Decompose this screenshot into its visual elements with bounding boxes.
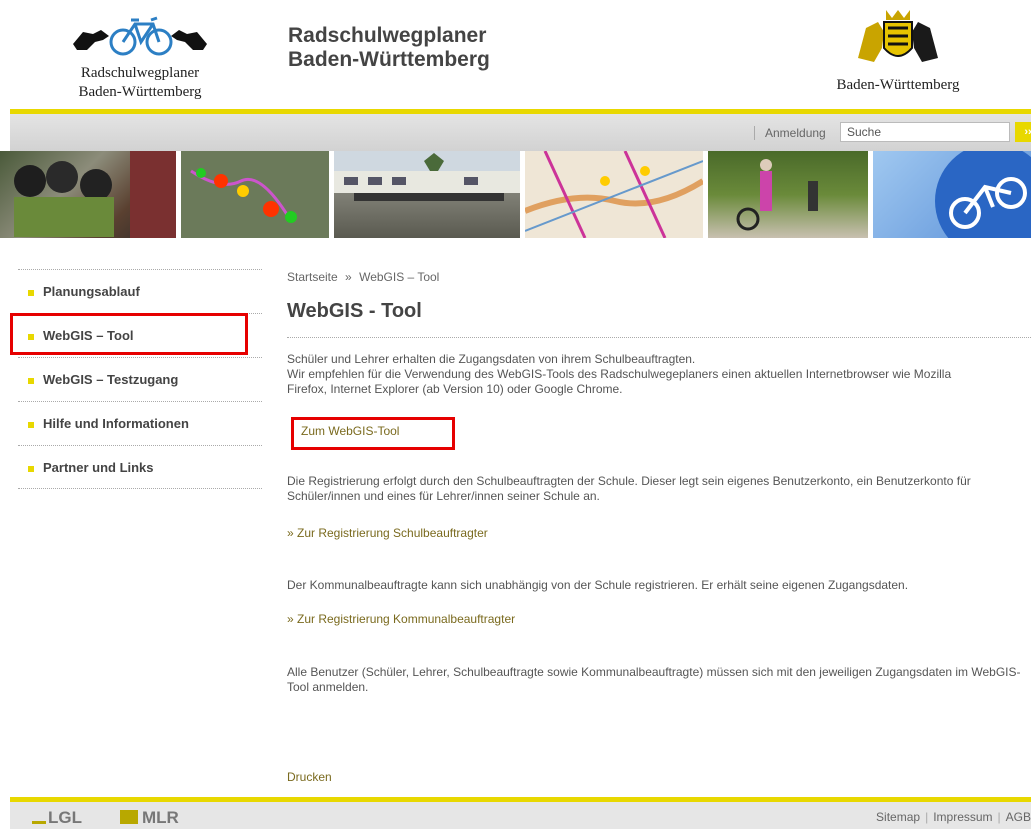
sidebar-item-label: Hilfe und Informationen — [43, 416, 189, 431]
highlight-box-sidebar-webgis — [10, 313, 248, 355]
sidebar-item-planungsablauf[interactable]: Planungsablauf — [18, 269, 262, 313]
sidebar-item-partner[interactable]: Partner und Links — [18, 445, 262, 489]
lgl-bars-icon — [32, 809, 46, 824]
bullet-icon — [28, 290, 34, 296]
bullet-icon — [28, 378, 34, 384]
breadcrumb-current: WebGIS – Tool — [359, 270, 440, 284]
photo-route-map — [525, 151, 703, 238]
all-users-text: Alle Benutzer (Schüler, Lehrer, Schulbea… — [287, 665, 1021, 694]
site-header: Radschulwegplaner Baden-Württemberg Rads… — [0, 0, 1031, 108]
photo-students-helmets — [0, 151, 176, 238]
mlr-logo[interactable]: MLR — [120, 808, 179, 828]
footer-separator: | — [997, 810, 1001, 824]
search-input[interactable] — [840, 122, 1010, 142]
heading-divider — [287, 337, 1031, 338]
photo-bike-lane-sign — [873, 151, 1031, 238]
registration-text: Die Registrierung erfolgt durch den Schu… — [287, 474, 971, 503]
school-registration-link[interactable]: » Zur Registrierung Schulbeauftragter — [287, 526, 488, 540]
site-footer: LGL MLR Sitemap | Impressum | AGB — [10, 802, 1031, 829]
site-title-line1: Radschulwegplaner — [288, 24, 487, 47]
communal-registration-link[interactable]: » Zur Registrierung Kommunalbeauftragter — [287, 612, 515, 626]
sidebar-nav: Planungsablauf WebGIS – Tool WebGIS – Te… — [18, 269, 262, 489]
highlight-box-tool-link — [291, 417, 455, 450]
bullet-icon — [28, 466, 34, 472]
radschulwegplaner-logo[interactable]: Radschulwegplaner Baden-Württemberg — [55, 10, 225, 100]
breadcrumb-separator: » — [345, 270, 352, 284]
sidebar-item-hilfe[interactable]: Hilfe und Informationen — [18, 401, 262, 445]
site-title: Radschulwegplaner Baden-Württemberg — [288, 24, 490, 72]
breadcrumb: Startseite » WebGIS – Tool — [287, 270, 439, 284]
print-link[interactable]: Drucken — [287, 770, 332, 784]
sitemap-link[interactable]: Sitemap — [876, 810, 920, 824]
intro-text: Schüler und Lehrer erhalten die Zugangsd… — [287, 352, 1031, 397]
photo-school-building — [334, 151, 520, 238]
bicycle-lions-logo-icon — [73, 16, 207, 56]
search-submit-button[interactable]: ›› — [1015, 122, 1031, 142]
footer-separator: | — [925, 810, 929, 824]
sidebar-item-label: Partner und Links — [43, 460, 154, 475]
mlr-coat-of-arms-icon — [120, 810, 138, 824]
intro-line-3: Firefox, Internet Explorer (ab Version 1… — [287, 382, 623, 396]
sidebar-item-label: Planungsablauf — [43, 284, 140, 299]
photo-cyclists — [708, 151, 868, 238]
logo-left-line1: Radschulwegplaner — [80, 65, 200, 81]
intro-line-1: Schüler und Lehrer erhalten die Zugangsd… — [287, 352, 696, 366]
bw-coat-of-arms-logo[interactable]: Baden-Württemberg — [818, 8, 978, 98]
footer-links: Sitemap | Impressum | AGB — [876, 810, 1031, 824]
mlr-logo-text: MLR — [142, 808, 179, 827]
sidebar-item-label: WebGIS – Testzugang — [43, 372, 179, 387]
page-title: WebGIS - Tool — [287, 300, 422, 322]
coat-of-arms-icon — [858, 10, 938, 62]
logo-left-line2: Baden-Württemberg — [78, 84, 202, 100]
photo-banner — [0, 151, 1031, 238]
login-link[interactable]: Anmeldung — [754, 126, 826, 140]
photo-heatmap — [181, 151, 329, 238]
communal-text: Der Kommunalbeauftragte kann sich unabhä… — [287, 578, 909, 592]
sidebar-item-webgis-testzugang[interactable]: WebGIS – Testzugang — [18, 357, 262, 401]
intro-line-2: Wir empfehlen für die Verwendung des Web… — [287, 367, 952, 381]
impressum-link[interactable]: Impressum — [933, 810, 992, 824]
agb-link[interactable]: AGB — [1006, 810, 1031, 824]
lgl-logo-text: LGL — [48, 808, 82, 827]
breadcrumb-home-link[interactable]: Startseite — [287, 270, 338, 284]
site-title-line2: Baden-Württemberg — [288, 48, 490, 71]
lgl-logo[interactable]: LGL — [32, 808, 82, 828]
logo-right-text: Baden-Württemberg — [836, 77, 960, 93]
bullet-icon — [28, 422, 34, 428]
service-bar: Anmeldung ›› — [10, 114, 1031, 151]
